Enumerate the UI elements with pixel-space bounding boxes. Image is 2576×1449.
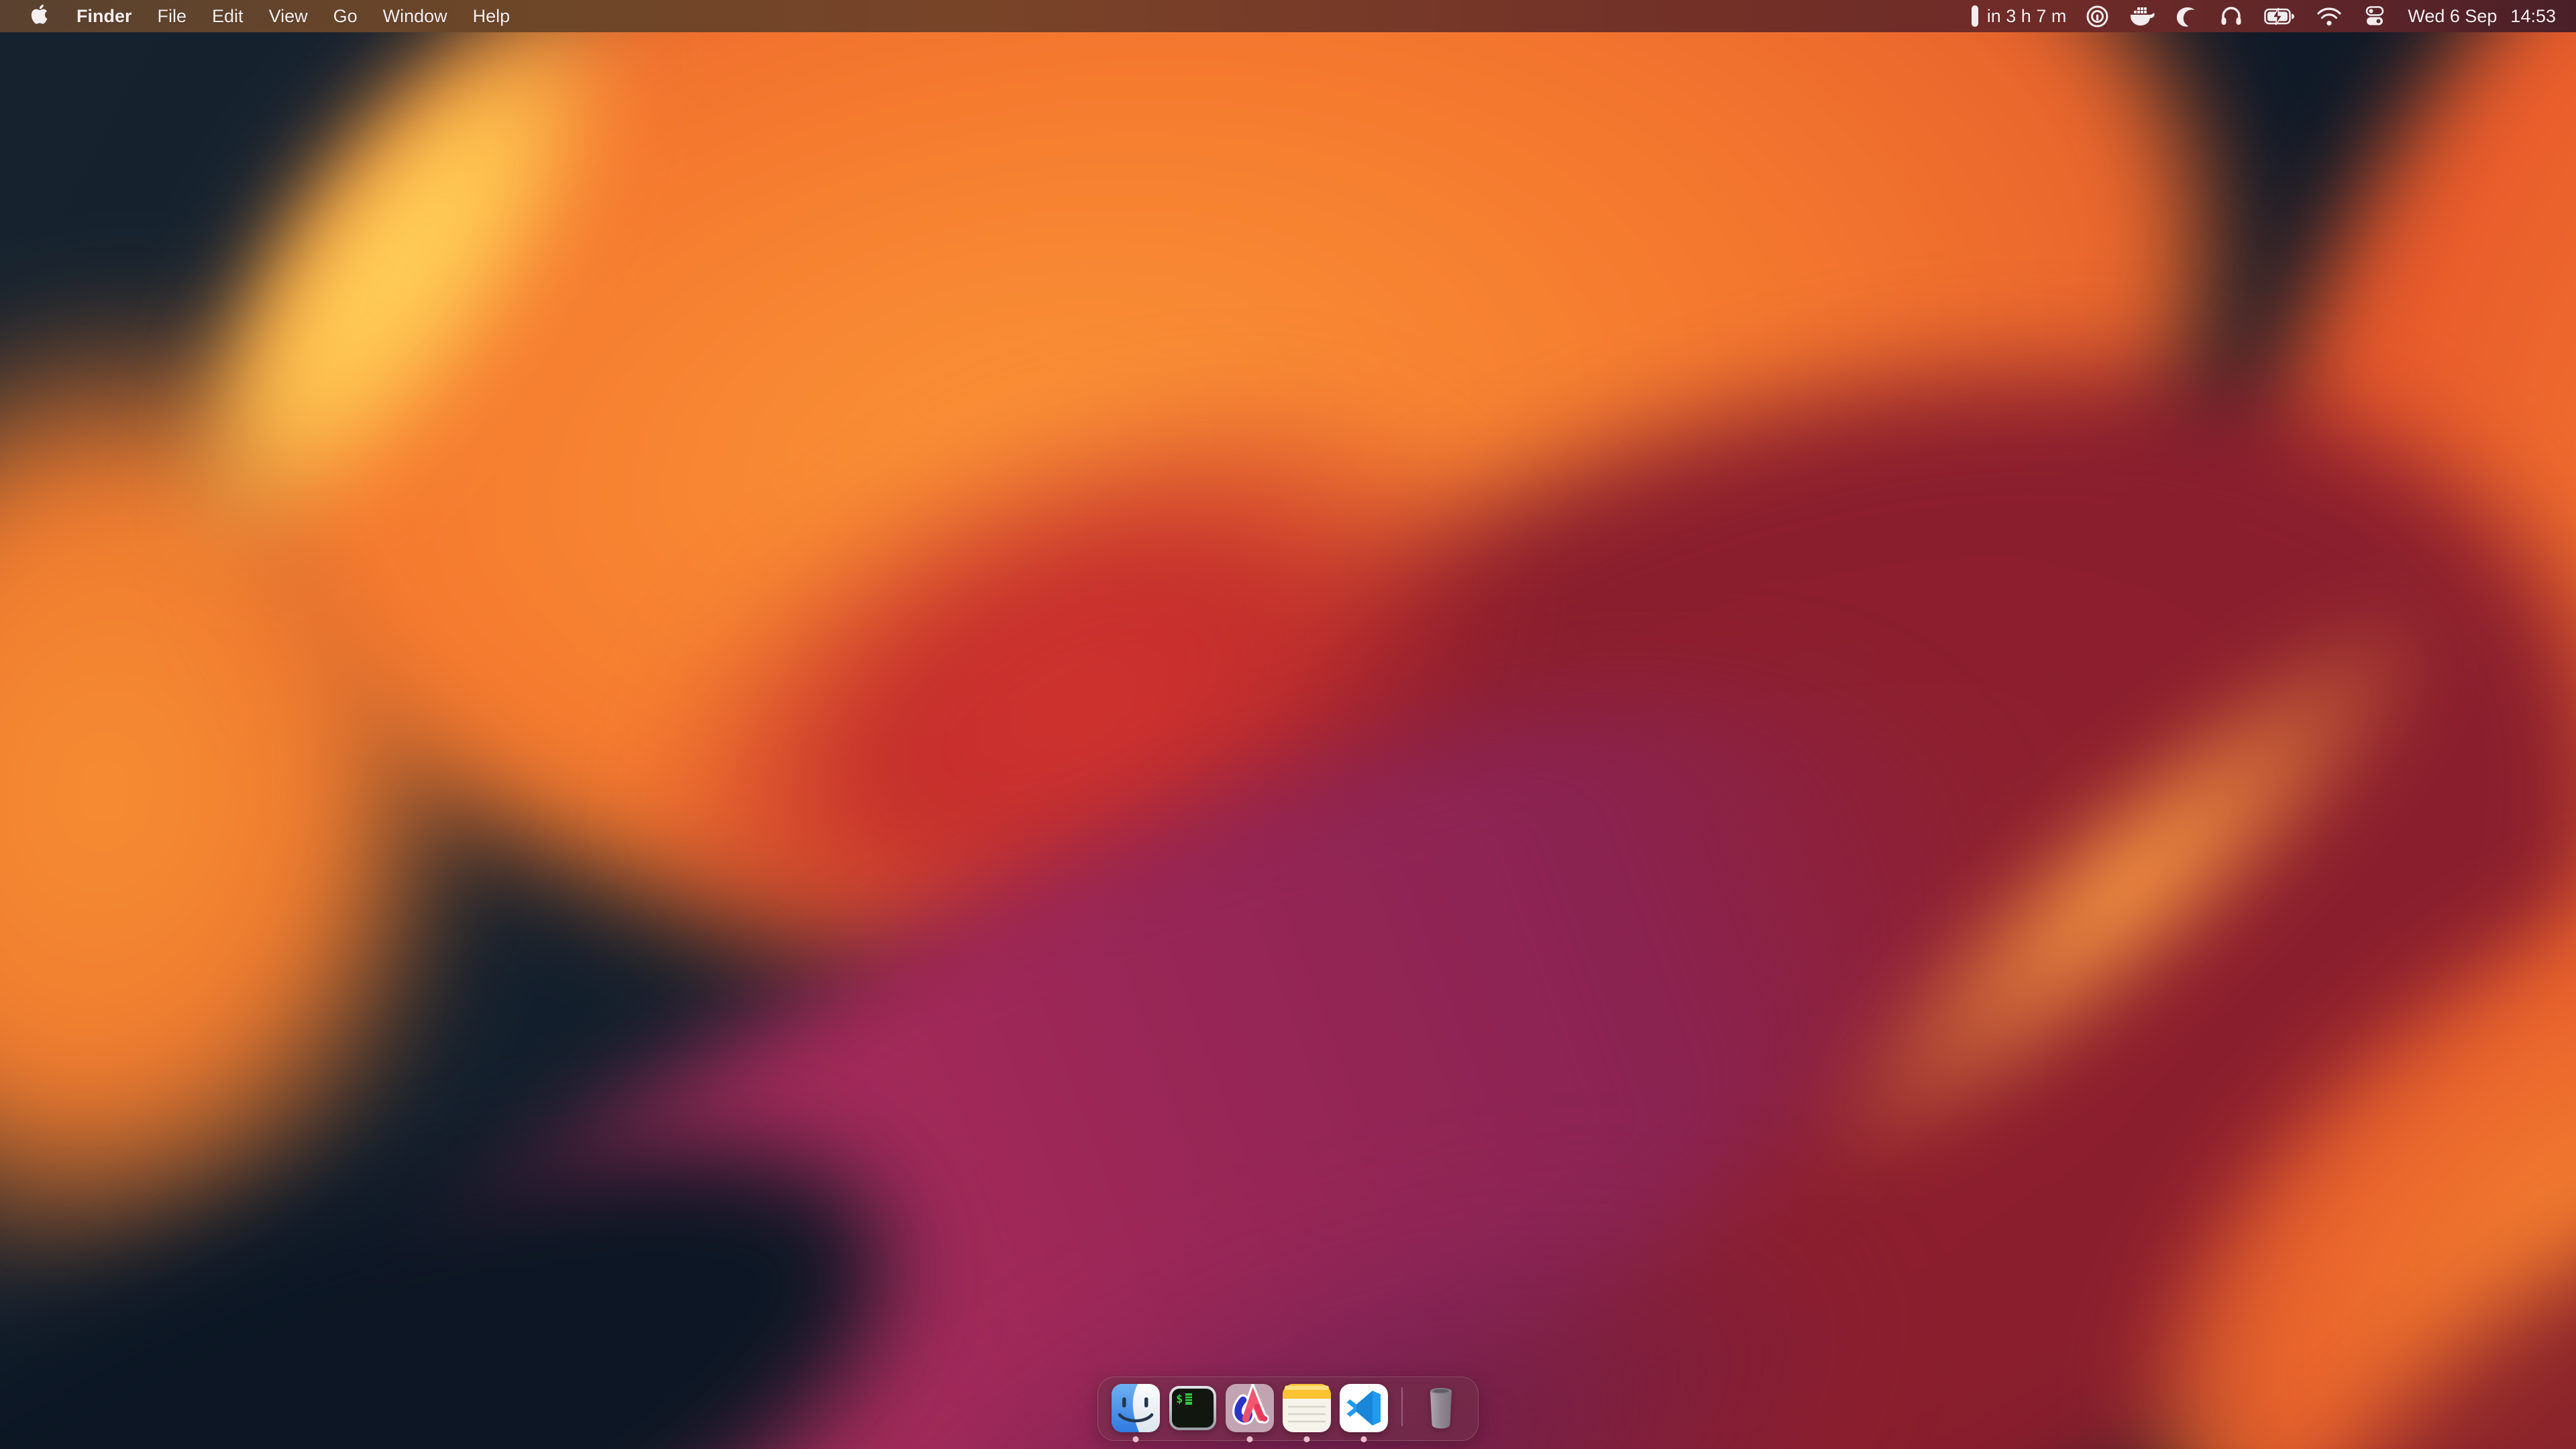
timer-pill-icon — [1971, 5, 1979, 28]
running-indicator — [1303, 1436, 1309, 1442]
dock-item-finder[interactable] — [1112, 1384, 1160, 1432]
dock: $ — [1097, 1377, 1479, 1441]
menu-item-file[interactable]: File — [145, 0, 200, 32]
menu-bar-status: in 3 h 7 m — [1962, 0, 2576, 32]
running-indicator — [1132, 1436, 1138, 1442]
menubar-date: Wed 6 Sep — [2408, 6, 2497, 27]
menu-bar: Finder File Edit View Go Window Help in … — [0, 0, 2576, 32]
apple-logo-icon — [30, 3, 48, 30]
menu-item-view[interactable]: View — [256, 0, 321, 32]
wifi-icon[interactable] — [2306, 0, 2353, 32]
timer-status[interactable]: in 3 h 7 m — [1962, 0, 2076, 32]
dock-item-notes[interactable] — [1283, 1384, 1331, 1432]
headphones-icon[interactable] — [2209, 0, 2253, 32]
menu-item-finder[interactable]: Finder — [64, 0, 145, 32]
dock-item-terminal[interactable]: $ — [1169, 1384, 1217, 1432]
apple-menu[interactable] — [23, 3, 54, 30]
password-manager-icon[interactable] — [2076, 0, 2119, 32]
battery-charging-icon[interactable] — [2253, 0, 2306, 32]
timer-label: in 3 h 7 m — [1987, 6, 2067, 27]
running-indicator — [1360, 1436, 1366, 1442]
dock-item-trash[interactable] — [1417, 1384, 1465, 1432]
running-indicator — [1246, 1436, 1252, 1442]
dock-separator — [1401, 1387, 1403, 1426]
desktop: Finder File Edit View Go Window Help in … — [0, 0, 2576, 1449]
menubar-clock[interactable]: Wed 6 Sep 14:53 — [2397, 6, 2559, 27]
docker-icon[interactable] — [2119, 0, 2165, 32]
dock-item-vscode[interactable] — [1340, 1384, 1388, 1432]
menubar-time: 14:53 — [2510, 6, 2556, 27]
desktop-wallpaper — [0, 0, 2576, 1449]
svg-text:$: $ — [1176, 1393, 1183, 1406]
focus-moon-icon[interactable] — [2165, 0, 2209, 32]
dock-item-arc[interactable] — [1226, 1384, 1274, 1432]
menu-bar-left: Finder File Edit View Go Window Help — [0, 0, 523, 32]
menu-item-go[interactable]: Go — [321, 0, 370, 32]
menu-item-help[interactable]: Help — [460, 0, 523, 32]
menu-item-edit[interactable]: Edit — [199, 0, 256, 32]
menu-item-window[interactable]: Window — [370, 0, 460, 32]
control-center-icon[interactable] — [2353, 0, 2397, 32]
